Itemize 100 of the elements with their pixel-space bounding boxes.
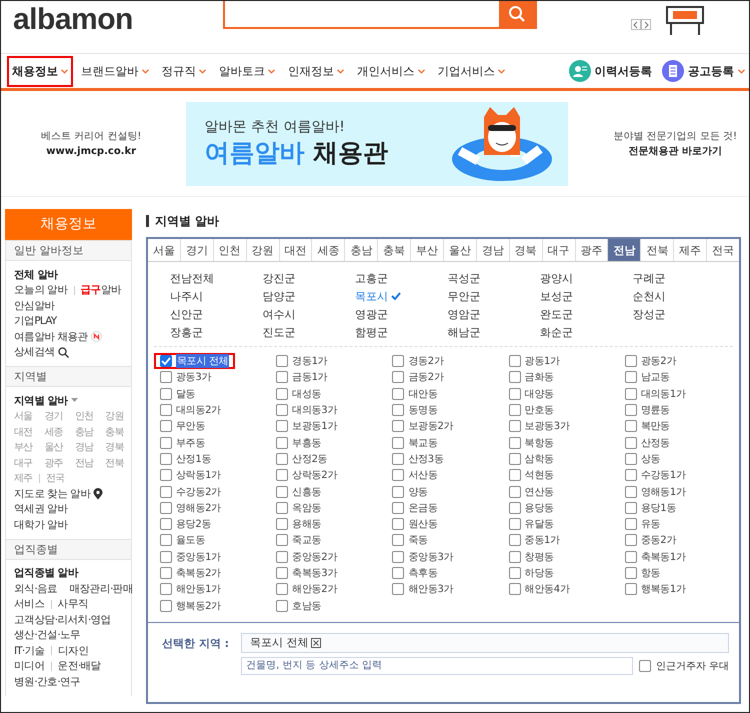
checkbox-label[interactable]: 경동1가 <box>292 354 328 368</box>
sidebar-link[interactable]: 급구알바 <box>80 283 122 298</box>
region-tab[interactable]: 전북 <box>641 239 674 261</box>
checkbox-label[interactable]: 중동1가 <box>524 533 560 548</box>
checkbox-label[interactable]: 연산동 <box>524 484 554 499</box>
sidebar-link[interactable]: 상세검색 <box>14 345 55 360</box>
checkbox-label[interactable]: 양동 <box>408 484 428 499</box>
checkbox[interactable] <box>392 436 404 449</box>
checkbox-label[interactable]: 중동2가 <box>640 533 676 548</box>
checkbox[interactable] <box>624 420 637 432</box>
checkbox-label[interactable]: 금동1가 <box>292 370 328 384</box>
sidebar-link[interactable]: 지역별 알바 <box>14 394 68 408</box>
subregion-link[interactable]: 함평군 <box>355 324 448 340</box>
checkbox-label[interactable]: 대안동 <box>408 386 438 401</box>
checkbox-label[interactable]: 축복동1가 <box>640 550 686 564</box>
checkbox[interactable] <box>638 660 651 672</box>
checkbox[interactable] <box>508 388 521 400</box>
checkbox-label[interactable]: 광동1가 <box>524 354 560 368</box>
subregion-link[interactable]: 신안군 <box>170 306 262 322</box>
checkbox[interactable] <box>624 550 637 563</box>
checkbox-label[interactable]: 창평동 <box>524 550 554 564</box>
checkbox[interactable] <box>624 518 637 530</box>
sidebar-link[interactable]: 여름알바 채용관 <box>14 330 88 344</box>
nav-menu-item[interactable]: 브랜드알바 <box>76 56 154 86</box>
checkbox[interactable] <box>508 404 521 416</box>
checkbox-label[interactable]: 남교동 <box>640 370 670 384</box>
region-tab[interactable]: 인천 <box>214 239 247 261</box>
checkbox-label[interactable]: 산정동 <box>640 436 670 450</box>
sidebar-link[interactable]: 외식·음료 <box>14 582 58 596</box>
checkbox[interactable] <box>276 452 288 465</box>
checkbox-label[interactable]: 유달동 <box>524 517 554 532</box>
sidebar-link[interactable]: 지도로 찾는 알바 <box>14 486 90 501</box>
subregion-link[interactable]: 완도군 <box>540 306 632 322</box>
checkbox[interactable] <box>508 469 521 482</box>
sidebar-link[interactable]: 미디어 <box>14 659 45 674</box>
checkbox[interactable] <box>392 420 404 432</box>
address-input[interactable]: 건물명, 번지 등 상세주소 입력 <box>241 656 633 675</box>
checkbox[interactable] <box>276 534 288 546</box>
checkbox-label[interactable]: 옥암동 <box>292 500 322 515</box>
checkbox-label[interactable]: 용당1동 <box>640 500 676 515</box>
next-button[interactable] <box>641 19 651 30</box>
checkbox[interactable] <box>508 420 521 432</box>
checkbox[interactable] <box>392 486 404 498</box>
checkbox-label[interactable]: 온금동 <box>408 500 438 515</box>
checkbox[interactable] <box>276 404 288 416</box>
checkbox[interactable] <box>624 355 637 368</box>
checkbox[interactable] <box>392 355 404 368</box>
checkbox[interactable] <box>160 518 172 530</box>
sidebar-link[interactable]: 안심알바 <box>14 298 55 313</box>
checkbox[interactable] <box>508 486 521 498</box>
checkbox-label[interactable]: 서산동 <box>408 468 438 482</box>
checkbox[interactable] <box>624 371 637 384</box>
checkbox-label[interactable]: 무안동 <box>176 419 206 434</box>
checkbox[interactable] <box>276 567 288 579</box>
checkbox[interactable] <box>276 436 288 449</box>
checkbox[interactable] <box>624 404 637 416</box>
subregion-link[interactable]: 나주시 <box>170 288 262 304</box>
checkbox[interactable] <box>508 550 521 563</box>
region-tab[interactable]: 울산 <box>444 239 477 261</box>
checkbox-label[interactable]: 산정1동 <box>176 452 212 466</box>
subregion-link[interactable]: 강진군 <box>262 270 355 286</box>
checkbox-label[interactable]: 해안동4가 <box>524 582 570 596</box>
checkbox[interactable] <box>160 486 172 498</box>
checkbox-label[interactable]: 보광동3가 <box>524 419 570 434</box>
checkbox[interactable] <box>508 583 521 596</box>
checkbox[interactable] <box>276 420 288 432</box>
checkbox[interactable] <box>160 436 172 449</box>
checkbox[interactable] <box>392 550 404 563</box>
subregion-link[interactable]: 영광군 <box>355 306 448 322</box>
checkbox[interactable] <box>276 518 288 530</box>
checkbox[interactable] <box>392 534 404 546</box>
checkbox[interactable] <box>392 583 404 596</box>
checkbox-label[interactable]: 상락동2가 <box>292 468 338 482</box>
checkbox-label[interactable]: 호남동 <box>292 598 322 613</box>
checkbox[interactable] <box>508 355 521 368</box>
checkbox-label[interactable]: 율도동 <box>176 533 206 548</box>
checkbox[interactable] <box>160 371 172 384</box>
subregion-link[interactable]: 보성군 <box>540 288 632 304</box>
checkbox-label[interactable]: 부주동 <box>176 436 206 450</box>
checkbox[interactable] <box>160 583 172 596</box>
checkbox[interactable] <box>160 355 172 368</box>
checkbox-label[interactable]: 산정3동 <box>408 452 444 466</box>
sidebar-link[interactable]: 운전·배달 <box>58 659 101 674</box>
checkbox-label[interactable]: 행복동1가 <box>640 582 686 596</box>
checkbox-label[interactable]: 수강동2가 <box>176 484 221 499</box>
checkbox-label[interactable]: 금화동 <box>524 370 554 384</box>
checkbox-label[interactable]: 해안동1가 <box>176 582 221 596</box>
region-tab[interactable]: 충북 <box>378 239 412 261</box>
checkbox[interactable] <box>160 388 172 400</box>
sidebar-link[interactable]: 병원·간호·연구 <box>14 674 80 689</box>
checkbox-label[interactable]: 보광동1가 <box>292 419 338 434</box>
nav-menu-item[interactable]: 채용정보 <box>7 56 73 86</box>
checkbox[interactable] <box>624 452 637 465</box>
region-tab[interactable]: 충남 <box>345 239 378 261</box>
checkbox-label[interactable]: 명륜동 <box>640 403 670 418</box>
checkbox-label[interactable]: 만호동 <box>524 403 554 418</box>
region-tab[interactable]: 강원 <box>246 239 280 261</box>
checkbox[interactable] <box>160 452 172 465</box>
subregion-link[interactable]: 화순군 <box>540 324 632 340</box>
region-tab[interactable]: 경기 <box>180 239 214 261</box>
